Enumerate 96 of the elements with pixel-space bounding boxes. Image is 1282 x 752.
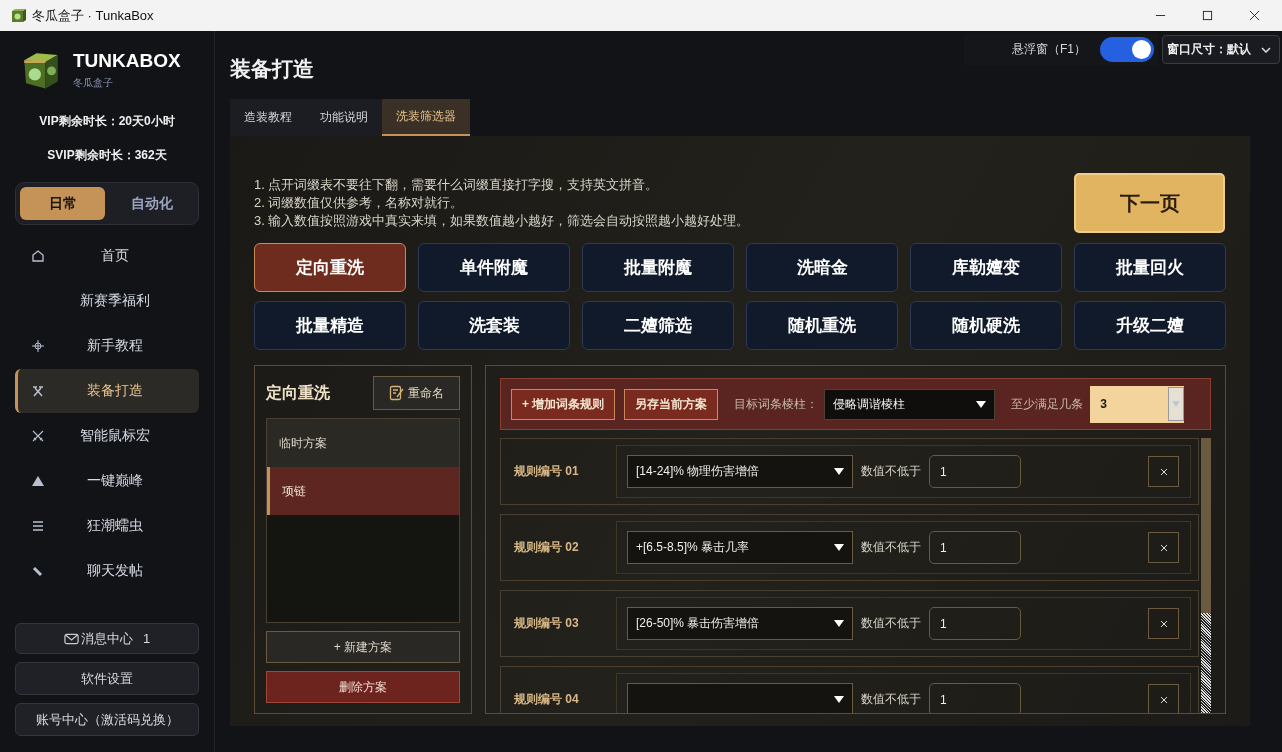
affix-dropdown[interactable]: +[6.5-8.5]% 暴击几率 <box>627 531 853 564</box>
scrollbar[interactable] <box>1201 438 1211 713</box>
mode-button[interactable]: 定向重洗 <box>254 243 406 292</box>
caret-icon <box>834 620 844 627</box>
plan-item[interactable]: 临时方案 <box>267 419 459 467</box>
triangle-icon <box>31 474 45 488</box>
mode-button[interactable]: 二嬗筛选 <box>582 301 734 350</box>
save-plan-button[interactable]: 另存当前方案 <box>624 388 719 420</box>
home-icon <box>31 249 45 263</box>
close-icon <box>1159 543 1168 552</box>
affix-dropdown[interactable]: [26-50]% 暴击伤害增倍 <box>627 607 853 640</box>
rename-button[interactable]: 重命名 <box>373 376 460 410</box>
mode-button[interactable]: 洗暗金 <box>746 243 898 292</box>
close-icon <box>1159 467 1168 476</box>
tab[interactable]: 造装教程 <box>230 99 306 136</box>
minimum-count-field[interactable]: 3 <box>1090 385 1185 423</box>
instruction-line: 2. 词缀数值仅供参考，名称对就行。 <box>254 194 465 212</box>
plan-title: 定向重洗 <box>266 382 330 403</box>
value-field[interactable]: 1 <box>929 607 1021 640</box>
float-window-label: 悬浮窗（F1） <box>1012 41 1086 58</box>
close-icon <box>1159 695 1168 704</box>
delete-plan-button[interactable]: 删除方案 <box>266 671 460 703</box>
brand-name: TUNKABOX <box>73 50 181 72</box>
affix-dropdown[interactable] <box>627 683 853 713</box>
svip-time: SVIP剩余时长：362天 <box>46 147 168 164</box>
new-plan-button[interactable]: + 新建方案 <box>266 631 460 663</box>
menu-icon <box>31 519 45 533</box>
condition-label: 数值不低于 <box>861 463 921 480</box>
remove-rule-button[interactable] <box>1148 532 1179 563</box>
mode-button[interactable]: 批量附魔 <box>582 243 734 292</box>
mode-button[interactable]: 批量回火 <box>1074 243 1226 292</box>
pencil-icon <box>31 564 45 578</box>
chevron-down-icon <box>1261 46 1271 53</box>
window-title: 冬瓜盒子 · TunkaBox <box>32 6 154 25</box>
nav-item[interactable]: 首页 <box>15 234 199 278</box>
remove-rule-button[interactable] <box>1148 456 1179 487</box>
tab[interactable]: 洗装筛选器 <box>382 99 470 136</box>
value-field[interactable]: 1 <box>929 531 1021 564</box>
rule-number: 规则编号 01 <box>514 463 580 480</box>
page-title: 装备打造 <box>230 56 315 82</box>
instruction-line: 3. 输入数值按照游戏中真实来填，如果数值越小越好，筛选会自动按照越小越好处理。 <box>254 212 750 230</box>
condition-label: 数值不低于 <box>861 539 921 556</box>
value-field[interactable]: 1 <box>929 455 1021 488</box>
rule-number: 规则编号 03 <box>514 615 580 632</box>
mode-button[interactable]: 升级二嬗 <box>1074 301 1226 350</box>
remove-rule-button[interactable] <box>1148 684 1179 713</box>
caret-icon <box>834 696 844 703</box>
condition-label: 数值不低于 <box>861 615 921 632</box>
caret-icon <box>1172 401 1181 407</box>
float-window-toggle[interactable] <box>1100 37 1154 62</box>
mode-button[interactable]: 洗套装 <box>418 301 570 350</box>
maximize-icon[interactable] <box>1202 10 1213 21</box>
affix-dropdown[interactable]: [14-24]% 物理伤害增倍 <box>627 455 853 488</box>
caret-icon <box>834 468 844 475</box>
rule-number: 规则编号 02 <box>514 539 580 556</box>
value-field[interactable]: 1 <box>929 683 1021 713</box>
mode-button[interactable]: 单件附魔 <box>418 243 570 292</box>
rule-number: 规则编号 04 <box>514 691 580 708</box>
mode-button[interactable]: 批量精造 <box>254 301 406 350</box>
mode-button[interactable]: 随机重洗 <box>746 301 898 350</box>
caret-icon <box>976 400 987 408</box>
close-icon <box>1159 619 1168 628</box>
mode-button[interactable]: 随机硬洗 <box>910 301 1062 350</box>
mode-tab[interactable]: 日常 <box>20 187 105 220</box>
account-button[interactable]: 账号中心（激活码兑换） <box>15 703 199 736</box>
target-label: 目标词条棱柱： <box>734 395 819 413</box>
nav-item[interactable]: 新手教程 <box>15 324 199 368</box>
message-center-button[interactable]: 消息中心 1 <box>15 623 199 654</box>
remove-rule-button[interactable] <box>1148 608 1179 639</box>
edit-icon <box>389 385 405 401</box>
add-rule-button[interactable]: + 增加词条规则 <box>511 388 616 420</box>
mode-tab[interactable]: 自动化 <box>109 187 194 220</box>
nav-item[interactable]: 一键巅峰 <box>15 459 199 503</box>
vip-time: VIP剩余时长：20天0小时 <box>38 113 176 130</box>
target-dropdown[interactable]: 侵略调谐棱柱 <box>824 388 996 420</box>
condition-label: 数值不低于 <box>861 691 921 708</box>
nav-item[interactable]: 新赛季福利 <box>15 279 199 323</box>
window-size-dropdown[interactable]: 窗口尺寸：默认 <box>1162 35 1280 64</box>
nav-item[interactable]: 智能鼠标宏 <box>15 414 199 458</box>
tab[interactable]: 功能说明 <box>306 99 382 136</box>
next-page-button[interactable]: 下一页 <box>1074 173 1225 233</box>
app-icon <box>10 7 26 24</box>
crosshair-icon <box>31 339 45 353</box>
caret-icon <box>834 544 844 551</box>
settings-button[interactable]: 软件设置 <box>15 662 199 695</box>
mail-icon <box>63 632 79 645</box>
nav-item[interactable]: 狂潮蠕虫 <box>15 504 199 548</box>
plan-item[interactable]: 项链 <box>267 467 459 515</box>
mode-button[interactable]: 库勒嬗变 <box>910 243 1062 292</box>
minimum-label: 至少满足几条 <box>1011 395 1084 413</box>
brand-subtitle: 冬瓜盒子 <box>73 76 114 90</box>
nav-item[interactable]: 装备打造 <box>15 369 199 413</box>
swords-icon <box>31 429 45 443</box>
instruction-line: 1. 点开词缀表不要往下翻，需要什么词缀直接打字搜，支持英文拼音。 <box>254 176 660 194</box>
close-icon[interactable] <box>1249 10 1260 21</box>
nav-item[interactable]: 聊天发帖 <box>15 549 199 593</box>
